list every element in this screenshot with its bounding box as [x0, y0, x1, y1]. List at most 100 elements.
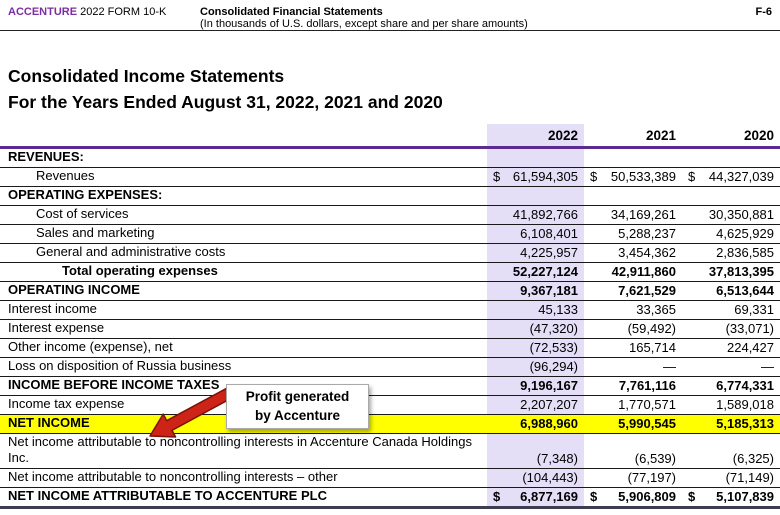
row-value: (6,325)	[732, 450, 774, 466]
page-number: F-6	[755, 6, 773, 18]
row-value: (7,348)	[487, 433, 584, 468]
income-statement-table: 2022 2021 2020 REVENUES: Revenues $61,594,…	[0, 124, 780, 509]
annotation-text-line2: by Accenture	[254, 408, 341, 423]
table-row: Net income attributable to noncontrollin…	[0, 433, 780, 468]
row-value: 6,774,331	[716, 377, 774, 393]
table-row: Total operating expenses 52,227,124 42,911…	[0, 262, 780, 281]
dollar-sign: $	[493, 168, 501, 184]
row-value: 165,714	[629, 339, 676, 355]
row-value: 5,185,313	[682, 414, 780, 433]
form-label: 2022 FORM 10-K	[80, 6, 167, 18]
table-row: Sales and marketing 6,108,401 5,288,237 4,6…	[0, 224, 780, 243]
dollar-sign: $	[688, 168, 696, 184]
year-header-2022: 2022	[487, 124, 584, 147]
row-label: OPERATING INCOME	[8, 281, 140, 297]
income-table-body: REVENUES: Revenues $61,594,305 $50,533,389 $…	[0, 147, 780, 507]
row-value: 1,589,018	[716, 396, 774, 412]
table-row: NET INCOME ATTRIBUTABLE TO ACCENTURE PLC…	[0, 487, 780, 507]
dollar-sign: $	[590, 488, 598, 504]
header-doc-titles: Consolidated Financial Statements (In th…	[200, 6, 712, 30]
annotation-text-line1: Profit generated	[245, 389, 350, 404]
table-row: Revenues $61,594,305 $50,533,389 $44,327,03…	[0, 167, 780, 186]
row-value: 9,367,181	[487, 281, 584, 300]
row-value: 33,365	[636, 301, 676, 317]
table-row: Loss on disposition of Russia business (9…	[0, 357, 780, 376]
row-value: (96,294)	[487, 357, 584, 376]
annotation-box: Profit generated by Accenture	[226, 384, 369, 429]
row-value: 2,207,207	[487, 395, 584, 414]
row-value	[682, 147, 780, 167]
table-row: Net income attributable to noncontrollin…	[0, 468, 780, 487]
row-value: (6,539)	[634, 450, 676, 466]
row-value: 7,761,116	[618, 377, 676, 393]
row-value: 52,227,124	[487, 262, 584, 281]
row-value: 3,454,362	[618, 244, 676, 260]
row-value	[584, 186, 682, 205]
row-value: (59,492)	[627, 320, 676, 336]
row-label: Sales and marketing	[36, 224, 155, 240]
row-value	[487, 147, 584, 167]
row-value: $50,533,389	[590, 168, 676, 184]
row-value: 1,770,571	[618, 396, 676, 412]
row-value	[584, 147, 682, 167]
row-label: Net income attributable to noncontrollin…	[8, 468, 338, 484]
statement-title: Consolidated Income Statements	[8, 66, 285, 86]
table-row: OPERATING EXPENSES:	[0, 186, 780, 205]
doc-subtitle: (In thousands of U.S. dollars, except sh…	[200, 18, 528, 30]
row-label: Other income (expense), net	[8, 338, 173, 354]
row-value: (71,149)	[725, 469, 774, 485]
row-label: Revenues	[36, 167, 95, 183]
year-header-row: 2022 2021 2020	[0, 124, 780, 147]
row-value: —	[663, 358, 676, 374]
statement-title-block: Consolidated Income Statements For the Y…	[8, 63, 780, 115]
dollar-sign: $	[590, 168, 598, 184]
row-value: 6,108,401	[487, 224, 584, 243]
row-value: 42,911,860	[611, 263, 676, 279]
table-row: Income tax expense 2,207,207 1,770,571 1,58…	[0, 395, 780, 414]
table-row: REVENUES:	[0, 147, 780, 167]
row-value	[682, 186, 780, 205]
row-value: 34,169,261	[610, 206, 676, 222]
row-value: $6,877,169	[487, 487, 584, 507]
row-label: Total operating expenses	[62, 262, 218, 278]
row-value: 37,813,395	[708, 263, 774, 279]
year-header-2021: 2021	[645, 127, 676, 143]
table-row: Interest income 45,133 33,365 69,331	[0, 300, 780, 319]
row-label: Net income attributable to noncontrollin…	[8, 433, 472, 465]
row-label: Interest expense	[8, 319, 105, 335]
row-value: 7,621,529	[618, 282, 676, 298]
row-label: OPERATING EXPENSES:	[8, 186, 163, 202]
row-value: 6,513,644	[716, 282, 774, 298]
row-value: (72,533)	[487, 338, 584, 357]
row-label: NET INCOME ATTRIBUTABLE TO ACCENTURE PLC	[8, 487, 327, 503]
year-header-spacer	[0, 124, 487, 147]
row-value: (33,071)	[725, 320, 774, 336]
row-value: $5,906,809	[590, 488, 676, 504]
table-row: Other income (expense), net (72,533) 165,7…	[0, 338, 780, 357]
table-row: Cost of services 41,892,766 34,169,261 30,3…	[0, 205, 780, 224]
dollar-sign: $	[493, 488, 501, 504]
row-value: 6,988,960	[487, 414, 584, 433]
row-value: 9,196,167	[487, 376, 584, 395]
header-brand-line: ACCENTURE 2022 FORM 10-K	[8, 6, 200, 18]
document-header: ACCENTURE 2022 FORM 10-K Consolidated Fi…	[0, 0, 780, 31]
row-value	[487, 186, 584, 205]
row-value: 224,427	[727, 339, 774, 355]
row-label: Cost of services	[36, 205, 129, 221]
annotation-arrow-icon	[149, 384, 239, 438]
row-value: 41,892,766	[487, 205, 584, 224]
row-value: 45,133	[487, 300, 584, 319]
row-value: (47,320)	[487, 319, 584, 338]
row-value: (77,197)	[627, 469, 676, 485]
table-row: Interest expense (47,320) (59,492) (33,071)	[0, 319, 780, 338]
table-row: OPERATING INCOME 9,367,181 7,621,529 6,513,…	[0, 281, 780, 300]
row-value: 2,836,585	[716, 244, 774, 260]
table-row: INCOME BEFORE INCOME TAXES 9,196,167 7,761…	[0, 376, 780, 395]
doc-title: Consolidated Financial Statements	[200, 6, 383, 18]
row-label: REVENUES:	[8, 148, 84, 164]
brand-name: ACCENTURE	[8, 6, 78, 18]
row-value: 69,331	[734, 301, 774, 317]
row-label: General and administrative costs	[36, 243, 226, 259]
row-label: Loss on disposition of Russia business	[8, 357, 232, 373]
row-value: 30,350,881	[708, 206, 774, 222]
